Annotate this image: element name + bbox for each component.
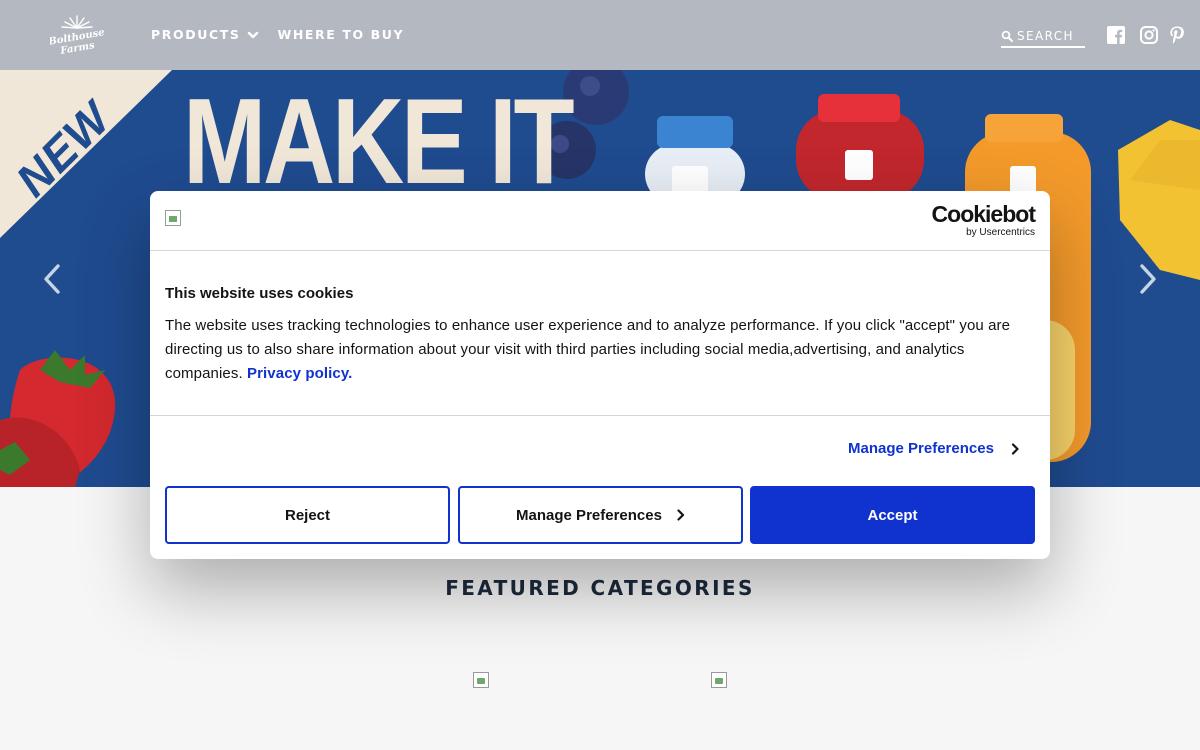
nav-products[interactable]: PRODUCTS: [151, 27, 259, 42]
chevron-down-icon: [248, 31, 259, 38]
pinterest-icon[interactable]: [1167, 25, 1187, 45]
search-icon: [1001, 30, 1013, 42]
site-header: Bolthouse Farms PRODUCTS WHERE TO BUY: [0, 0, 1200, 70]
dialog-title: This website uses cookies: [165, 285, 354, 302]
dialog-body: The website uses tracking technologies t…: [165, 314, 1037, 386]
search-box[interactable]: [1001, 26, 1085, 48]
manage-preferences-link[interactable]: Manage Preferences: [848, 440, 1020, 457]
bolthouse-farms-logo[interactable]: Bolthouse Farms: [50, 12, 104, 58]
manage-preferences-link-label: Manage Preferences: [848, 440, 994, 457]
cookiebot-brand-name: Cookiebot: [931, 201, 1036, 227]
reject-button[interactable]: Reject: [165, 486, 450, 544]
carousel-prev-arrow-icon[interactable]: [40, 262, 64, 296]
category-image[interactable]: [711, 672, 727, 688]
facebook-icon[interactable]: [1106, 25, 1126, 45]
cookie-consent-dialog: Cookiebot by Usercentrics This website u…: [150, 191, 1050, 559]
site-logo-image: [165, 210, 181, 226]
carousel-next-arrow-icon[interactable]: [1136, 262, 1160, 296]
hero-headline: MAKE IT: [183, 73, 575, 209]
main-nav: PRODUCTS WHERE TO BUY: [151, 27, 404, 42]
dialog-divider: [150, 415, 1050, 416]
category-image[interactable]: [473, 672, 489, 688]
reject-button-label: Reject: [284, 506, 331, 524]
manage-preferences-button[interactable]: Manage Preferences: [458, 486, 743, 544]
accept-button[interactable]: Accept: [750, 486, 1035, 544]
nav-where-to-buy-label: WHERE TO BUY: [277, 27, 405, 42]
dialog-header: Cookiebot by Usercentrics: [150, 191, 1050, 251]
search-input[interactable]: [1017, 27, 1083, 45]
privacy-policy-link[interactable]: Privacy policy.: [247, 365, 352, 382]
cookiebot-brand-sub: by Usercentrics: [966, 227, 1035, 238]
nav-where-to-buy[interactable]: WHERE TO BUY: [277, 27, 404, 42]
featured-categories-title: FEATURED CATEGORIES: [445, 576, 755, 600]
accept-button-label: Accept: [867, 506, 918, 524]
manage-preferences-button-label: Manage Preferences: [516, 506, 662, 524]
nav-products-label: PRODUCTS: [151, 27, 241, 42]
instagram-icon[interactable]: [1139, 25, 1159, 45]
chevron-right-icon: [1011, 442, 1019, 455]
chevron-right-icon: [677, 509, 685, 521]
cookiebot-logo[interactable]: Cookiebot by Usercentrics: [931, 201, 1036, 238]
